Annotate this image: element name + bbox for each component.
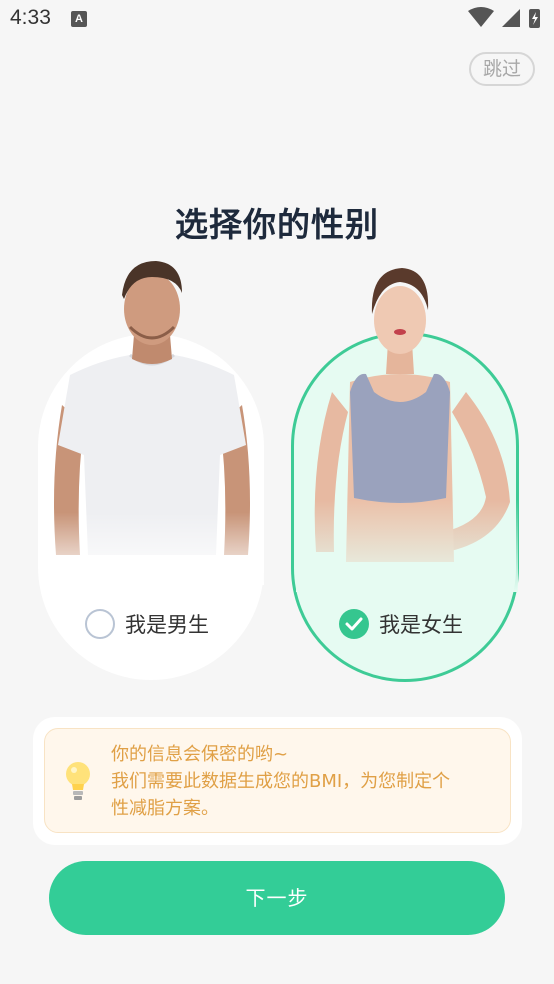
status-icons <box>468 7 540 28</box>
check-icon <box>345 617 363 631</box>
male-option[interactable]: 我是男生 <box>85 607 209 641</box>
status-time: 4:33 <box>10 6 51 29</box>
male-figure-image <box>40 255 264 585</box>
info-line-2: 我们需要此数据生成您的BMI，为您制定个 <box>111 771 451 792</box>
wifi-icon <box>468 7 494 27</box>
male-radio[interactable] <box>85 609 115 639</box>
info-line-3: 性减脂方案。 <box>111 798 219 819</box>
signal-icon <box>502 9 520 27</box>
skip-button[interactable]: 跳过 <box>469 52 535 86</box>
female-option-label: 我是女生 <box>379 613 463 637</box>
page-title: 选择你的性别 <box>175 205 379 244</box>
female-figure-image <box>296 262 518 592</box>
next-button[interactable]: 下一步 <box>49 861 505 935</box>
screen: 4:33 A 跳过 选择你的性别 我是男生 我是女生 你的信息会保密的哟~ 我们… <box>0 0 554 984</box>
info-text: 你的信息会保密的哟~ 我们需要此数据生成您的BMI，为您制定个 性减脂方案。 <box>111 741 506 822</box>
lightbulb-icon <box>66 762 90 800</box>
female-option[interactable]: 我是女生 <box>339 607 463 641</box>
male-option-label: 我是男生 <box>125 613 209 637</box>
status-bar: 4:33 A <box>0 0 554 38</box>
info-line-1: 你的信息会保密的哟~ <box>111 744 289 765</box>
notification-app-icon: A <box>71 11 87 27</box>
female-radio-checked[interactable] <box>339 609 369 639</box>
